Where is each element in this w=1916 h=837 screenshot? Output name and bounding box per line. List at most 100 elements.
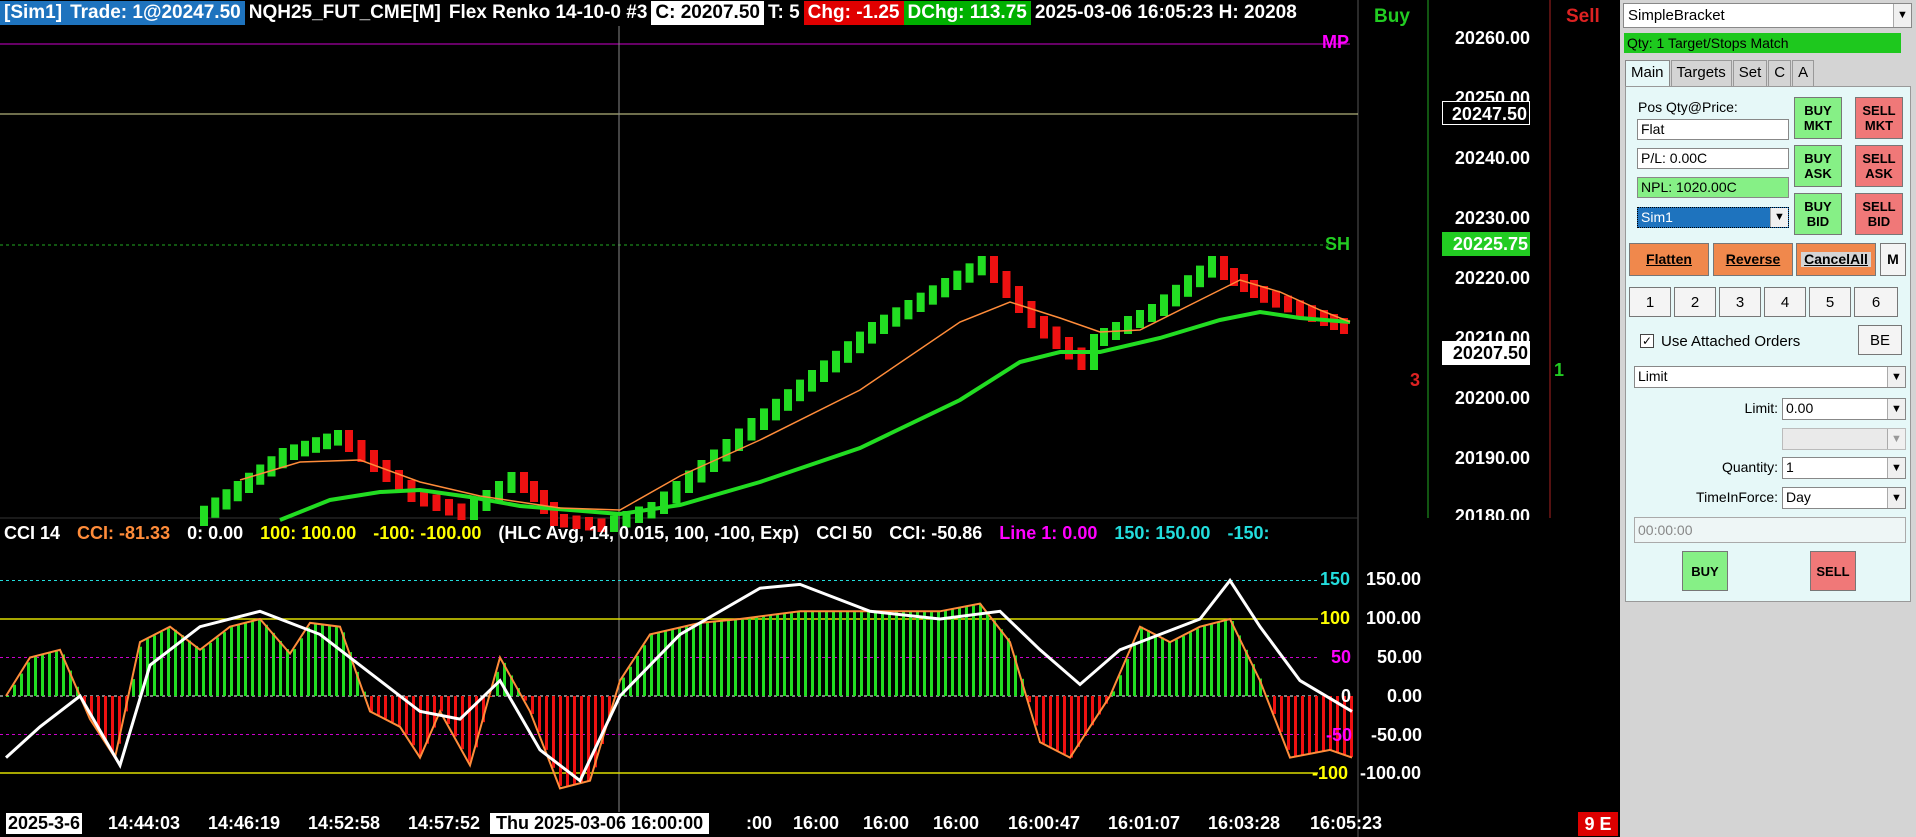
renko-bar [1065,337,1073,360]
cci-histogram-bar [755,617,758,696]
cci-histogram-bar [111,696,114,752]
cci-histogram-bar [573,696,576,786]
cci-histogram-bar [776,614,779,696]
quantity-field[interactable]: 1 ▼ [1782,457,1906,479]
renko-bar [1272,290,1280,308]
time-field[interactable]: 00:00:00 [1634,517,1906,543]
cci-histogram-bar [902,611,905,696]
price-tick: 20240.00 [1454,148,1530,168]
qty-preset-button[interactable]: 2 [1674,287,1716,317]
buy-button[interactable]: BUY [1682,551,1728,591]
cci-params: (HLC Avg, 14, 0.015, 100, -100, Exp) [498,523,800,543]
qty-preset-button[interactable]: 6 [1854,287,1898,317]
sell-bid-button[interactable]: SELL BID [1855,193,1903,235]
sh-price-marker: 20225.75 [1442,232,1530,256]
reverse-button[interactable]: Reverse [1713,243,1793,276]
order-type-select[interactable]: Limit ▼ [1634,366,1906,388]
chevron-down-icon[interactable]: ▼ [1893,4,1911,27]
qty-preset-button[interactable]: 1 [1629,287,1671,317]
bar-type-label: Flex Renko 14-10-0 #3 [448,2,648,23]
tab-targets[interactable]: Targets [1670,60,1732,86]
renko-bar [953,270,962,290]
tif-select[interactable]: Day ▼ [1782,487,1906,509]
price-tick: 20200.00 [1454,388,1530,408]
renko-bar [697,460,706,483]
chevron-down-icon[interactable]: ▼ [1887,488,1905,508]
chart-area[interactable]: [Sim1] Trade: 1@20247.50 NQH25_FUT_CME[M… [0,0,1620,837]
cci-histogram-bar [769,615,772,696]
corner-badge: 9 E [1578,812,1618,836]
sell-count-label: 3 [1410,370,1421,390]
qty-preset-button[interactable]: 4 [1764,287,1806,317]
cci-histogram-bar [531,696,534,714]
cci-histogram-bar [412,696,415,746]
cci-histogram-bar [1182,635,1185,696]
renko-bar [445,499,453,516]
flatten-button[interactable]: Flatten [1629,243,1709,276]
tab-c[interactable]: C [1768,60,1792,86]
renko-bar [1100,328,1108,346]
sell-button[interactable]: SELL [1810,551,1856,591]
cci-histogram-bar [979,603,982,696]
use-attached-checkbox[interactable]: ✓ [1640,334,1654,348]
cci-histogram-bar [895,611,898,696]
qty-preset-button[interactable]: 3 [1719,287,1761,317]
time-axis-label: 14:52:58 [308,813,381,833]
cci-histogram-bar [559,696,562,786]
cci-histogram-bar [951,609,954,696]
cci-histogram-bar [461,696,464,750]
cancel-all-button[interactable]: CancelAll [1796,243,1876,276]
sell-ask-button[interactable]: SELL ASK [1855,145,1903,187]
price-tick: 20220.00 [1454,268,1530,288]
cci-histogram-bar [1154,633,1157,696]
cci-histogram-bar [454,696,457,737]
cci-histogram-bar [223,632,226,696]
cci-zero: 0: 0.00 [187,523,244,543]
cci-histogram-bar [1224,620,1227,696]
be-button[interactable]: BE [1858,325,1902,355]
cci-value: CCI: -81.33 [77,523,171,543]
buy-bid-button[interactable]: BUY BID [1794,193,1842,235]
pl-field: P/L: 0.00C [1637,148,1789,169]
renko-bar [334,430,342,446]
chevron-down-icon[interactable]: ▼ [1887,367,1905,387]
sell-column-label: Sell [1566,6,1600,27]
cci-histogram-bar [1007,638,1010,696]
cci-histogram-bar [188,640,191,696]
ticks-label: T: 5 [767,2,800,23]
tab-set[interactable]: Set [1732,60,1768,86]
cci-m150: -150: [1227,523,1270,543]
tab-a[interactable]: A [1792,60,1815,86]
cci-histogram-bar [216,637,219,696]
cci-histogram-bar [580,696,583,784]
panel-tabs: Main Targets Set C A [1625,60,1815,86]
renko-bar [990,256,998,283]
sell-market-button[interactable]: SELL MKT [1855,97,1903,139]
cci-inner-tick: 100 [1320,608,1351,628]
buy-market-button[interactable]: BUY MKT [1794,97,1842,139]
strategy-select[interactable]: SimpleBracket ▼ [1623,3,1912,28]
qty-preset-button[interactable]: 5 [1809,287,1851,317]
tab-main[interactable]: Main [1625,60,1670,86]
cci-histogram-bar [265,624,268,696]
account-select[interactable]: Sim1 ▼ [1637,207,1789,228]
cci-histogram-bar [804,611,807,696]
chevron-down-icon[interactable]: ▼ [1770,208,1788,227]
renko-bar [832,350,840,373]
chevron-down-icon[interactable]: ▼ [1887,399,1905,419]
renko-bar [722,439,731,462]
cci-histogram-bar [930,611,933,696]
renko-bar [301,440,309,457]
cci-p150: 150: 150.00 [1114,523,1211,543]
chevron-down-icon[interactable]: ▼ [1887,458,1905,478]
buy-ask-button[interactable]: BUY ASK [1794,145,1842,187]
cci-histogram-bar [937,611,940,696]
cci-histogram-bar [209,642,212,696]
cci-histogram-bar [1294,696,1297,757]
limit-field[interactable]: 0.00 ▼ [1782,398,1906,420]
price-chart[interactable] [0,0,1620,837]
m-button[interactable]: M [1880,243,1906,276]
cci-histogram-bar [958,607,961,696]
price-tick: 20190.00 [1454,448,1530,468]
cci-histogram-bar [419,696,422,757]
